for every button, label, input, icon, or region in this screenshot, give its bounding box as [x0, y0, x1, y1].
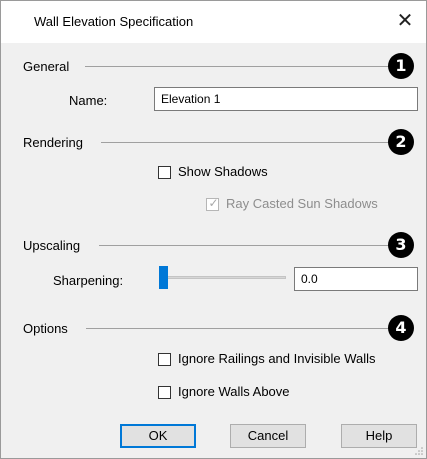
name-input[interactable]: Elevation 1	[154, 87, 418, 111]
ignore-walls-above-label[interactable]: Ignore Walls Above	[178, 384, 290, 399]
general-group-label: General	[23, 59, 70, 74]
options-divider	[86, 328, 389, 329]
sharpening-input[interactable]: 0.0	[294, 267, 418, 291]
callout-marker-3: 3	[388, 232, 414, 258]
rendering-group-label: Rendering	[23, 135, 83, 150]
callout-marker-2: 2	[388, 129, 414, 155]
upscaling-group-label: Upscaling	[23, 238, 81, 253]
help-button[interactable]: Help	[341, 424, 417, 448]
ray-casted-sun-shadows-checkbox[interactable]: ✓	[206, 196, 219, 211]
name-label: Name:	[69, 93, 108, 108]
cancel-button[interactable]: Cancel	[230, 424, 306, 448]
ignore-railings-checkbox[interactable]	[158, 353, 171, 366]
upscaling-divider	[99, 245, 389, 246]
show-shadows-checkbox[interactable]	[158, 166, 171, 179]
ignore-walls-above-checkbox[interactable]	[158, 386, 171, 399]
sharpening-slider-track[interactable]	[159, 276, 286, 279]
show-shadows-label[interactable]: Show Shadows	[178, 164, 268, 179]
rendering-divider	[101, 142, 389, 143]
ok-button[interactable]: OK	[120, 424, 196, 448]
resize-grip-icon[interactable]	[415, 447, 423, 455]
callout-marker-4: 4	[388, 315, 414, 341]
title-bar: Wall Elevation Specification ✕	[1, 1, 426, 43]
callout-marker-1: 1	[388, 53, 414, 79]
dialog-title: Wall Elevation Specification	[34, 14, 194, 29]
close-icon[interactable]: ✕	[393, 9, 417, 33]
options-group-label: Options	[23, 321, 68, 336]
ray-casted-sun-shadows-label[interactable]: Ray Casted Sun Shadows	[226, 196, 378, 211]
sharpening-label: Sharpening:	[53, 273, 124, 288]
checkmark-icon: ✓	[208, 196, 219, 210]
wall-elevation-dialog: Wall Elevation Specification ✕ General 1…	[0, 0, 427, 459]
sharpening-slider-thumb[interactable]	[159, 266, 168, 289]
general-divider	[85, 66, 389, 67]
ignore-railings-label[interactable]: Ignore Railings and Invisible Walls	[178, 351, 376, 366]
